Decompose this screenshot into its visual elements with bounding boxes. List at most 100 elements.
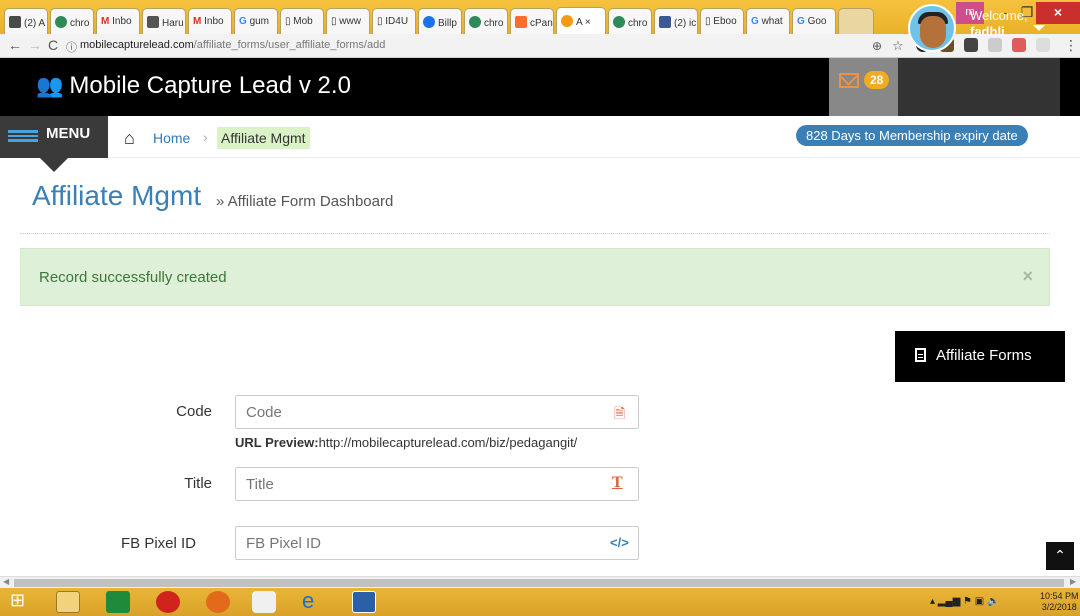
- browser-tab[interactable]: Billp: [418, 8, 462, 34]
- browser-tab[interactable]: Haru: [142, 8, 186, 34]
- users-icon: 👥: [36, 73, 64, 98]
- tab-favicon-icon: [9, 16, 21, 28]
- browser-tab[interactable]: (2) ic: [654, 8, 698, 34]
- reload-icon[interactable]: C: [48, 37, 58, 53]
- new-tab-button[interactable]: [838, 8, 874, 34]
- browser-tab[interactable]: chro: [608, 8, 652, 34]
- cpanel-icon: [515, 16, 527, 28]
- horizontal-scrollbar[interactable]: ◀ ▶: [0, 576, 1080, 588]
- user-menu[interactable]: [898, 58, 1060, 116]
- chevron-down-icon[interactable]: [1033, 25, 1045, 31]
- firefox-icon[interactable]: [206, 591, 230, 613]
- gmail-icon: M: [193, 16, 205, 27]
- envelope-icon: [839, 73, 859, 88]
- membership-expiry-badge: 828 Days to Membership expiry date: [796, 125, 1028, 146]
- url-preview-label: URL Preview:: [235, 435, 319, 450]
- close-icon[interactable]: ×: [1022, 266, 1033, 287]
- url-path: /affiliate_forms/user_affiliate_forms/ad…: [193, 39, 386, 51]
- browser-tab[interactable]: (2) A: [4, 8, 48, 34]
- browser-tab[interactable]: M Inbo: [188, 8, 232, 34]
- url-host: mobilecapturelead.com: [80, 39, 194, 51]
- scrollbar-thumb[interactable]: [14, 579, 1064, 587]
- internet-explorer-icon[interactable]: e: [302, 588, 326, 613]
- google-icon: G: [239, 16, 250, 27]
- chrome-icon: [469, 16, 481, 28]
- scroll-to-top-button[interactable]: ⌃: [1046, 542, 1074, 570]
- app-header: 👥 Mobile Capture Lead v 2.0 28: [0, 58, 1080, 116]
- title-input[interactable]: [235, 467, 639, 501]
- tab-favicon-icon: [561, 15, 573, 27]
- url-preview: URL Preview:http://mobilecapturelead.com…: [235, 435, 577, 450]
- bookmark-star-icon[interactable]: ☆: [892, 38, 904, 54]
- browser-tab[interactable]: G what: [746, 8, 790, 34]
- scroll-right-icon[interactable]: ▶: [1070, 577, 1076, 586]
- facebook-icon: [659, 16, 671, 28]
- browser-tab[interactable]: ▯ ID4U: [372, 8, 416, 34]
- browser-menu-icon[interactable]: ⋮: [1064, 37, 1078, 54]
- affiliate-forms-button[interactable]: Affiliate Forms: [895, 331, 1065, 382]
- browser-tab[interactable]: G gum: [234, 8, 278, 34]
- chrome-icon[interactable]: [252, 591, 276, 613]
- hamburger-icon: [8, 130, 38, 142]
- browser-tab[interactable]: cPan: [510, 8, 554, 34]
- scroll-left-icon[interactable]: ◀: [3, 577, 9, 586]
- file-explorer-icon[interactable]: [56, 591, 80, 613]
- system-tray[interactable]: ▴ ▂▄▆ ⚑ ▣ 🔈: [930, 596, 999, 607]
- extension-icon[interactable]: [1036, 38, 1050, 52]
- welcome-text[interactable]: Welcome, fadhli: [970, 8, 1028, 40]
- windows-start-icon[interactable]: ⊞: [10, 590, 34, 612]
- info-icon[interactable]: ⓘ: [66, 39, 77, 55]
- menu-button[interactable]: MENU: [0, 116, 108, 172]
- browser-tab[interactable]: ▯ Eboo: [700, 8, 744, 34]
- page-title: Affiliate Mgmt: [32, 180, 202, 211]
- brand[interactable]: 👥 Mobile Capture Lead v 2.0: [36, 72, 351, 100]
- messages-button[interactable]: 28: [829, 58, 898, 116]
- brand-title: Mobile Capture Lead v 2.0: [69, 72, 351, 99]
- taskbar: ⊞ e ▴ ▂▄▆ ⚑ ▣ 🔈 10:54 PM 3/2/2018: [0, 588, 1080, 616]
- google-icon: G: [751, 16, 762, 27]
- browser-tab[interactable]: M Inbo: [96, 8, 140, 34]
- url-preview-value: http://mobilecapturelead.com/biz/pedagan…: [318, 435, 578, 450]
- forward-icon[interactable]: →: [28, 37, 42, 53]
- browser-tab[interactable]: chro: [50, 8, 94, 34]
- clock[interactable]: 10:54 PM 3/2/2018: [1040, 591, 1079, 613]
- tab-close-icon[interactable]: ×: [582, 17, 591, 28]
- username: fadhli: [970, 24, 1005, 39]
- back-icon[interactable]: ←: [8, 37, 22, 53]
- word-icon[interactable]: [352, 591, 376, 613]
- avatar[interactable]: [908, 4, 956, 52]
- title-label: Title: [184, 475, 212, 492]
- document-icon: 🗎: [614, 405, 626, 421]
- extension-icon[interactable]: [988, 38, 1002, 52]
- gmail-icon: M: [101, 16, 113, 27]
- chrome-icon: [613, 16, 625, 28]
- home-icon[interactable]: ⌂: [124, 128, 135, 149]
- document-icon: [915, 348, 926, 362]
- zoom-icon[interactable]: ⊕: [872, 39, 882, 53]
- breadcrumb: MENU ⌂ Home › Affiliate Mgmt 828 Days to…: [0, 116, 1080, 172]
- breadcrumb-home-link[interactable]: Home: [153, 130, 190, 146]
- close-window-button[interactable]: ×: [1036, 2, 1080, 24]
- code-icon: </>: [610, 535, 629, 550]
- url-field[interactable]: mobilecapturelead.com/affiliate_forms/us…: [80, 39, 385, 51]
- store-icon[interactable]: [106, 591, 130, 613]
- google-icon: G: [797, 16, 808, 27]
- browser-tab[interactable]: chro: [464, 8, 508, 34]
- browser-tab[interactable]: ▯ Mob: [280, 8, 324, 34]
- browser-tab[interactable]: ▯ www: [326, 8, 370, 34]
- extension-icon[interactable]: [964, 38, 978, 52]
- success-alert: Record successfully created ×: [20, 248, 1050, 306]
- fb-pixel-input[interactable]: [235, 526, 639, 560]
- alert-message: Record successfully created: [39, 269, 227, 286]
- message-count-badge: 28: [864, 71, 890, 89]
- browser-tab-active[interactable]: A ×: [556, 7, 606, 34]
- chrome-icon: [55, 16, 67, 28]
- breadcrumb-current: Affiliate Mgmt: [217, 127, 310, 149]
- browser-tab[interactable]: G Goo: [792, 8, 836, 34]
- opera-icon[interactable]: [156, 591, 180, 613]
- breadcrumb-separator: ›: [203, 129, 208, 145]
- divider: [20, 233, 1050, 234]
- extension-icon[interactable]: [1012, 38, 1026, 52]
- code-label: Code: [176, 403, 212, 420]
- code-input[interactable]: [235, 395, 639, 429]
